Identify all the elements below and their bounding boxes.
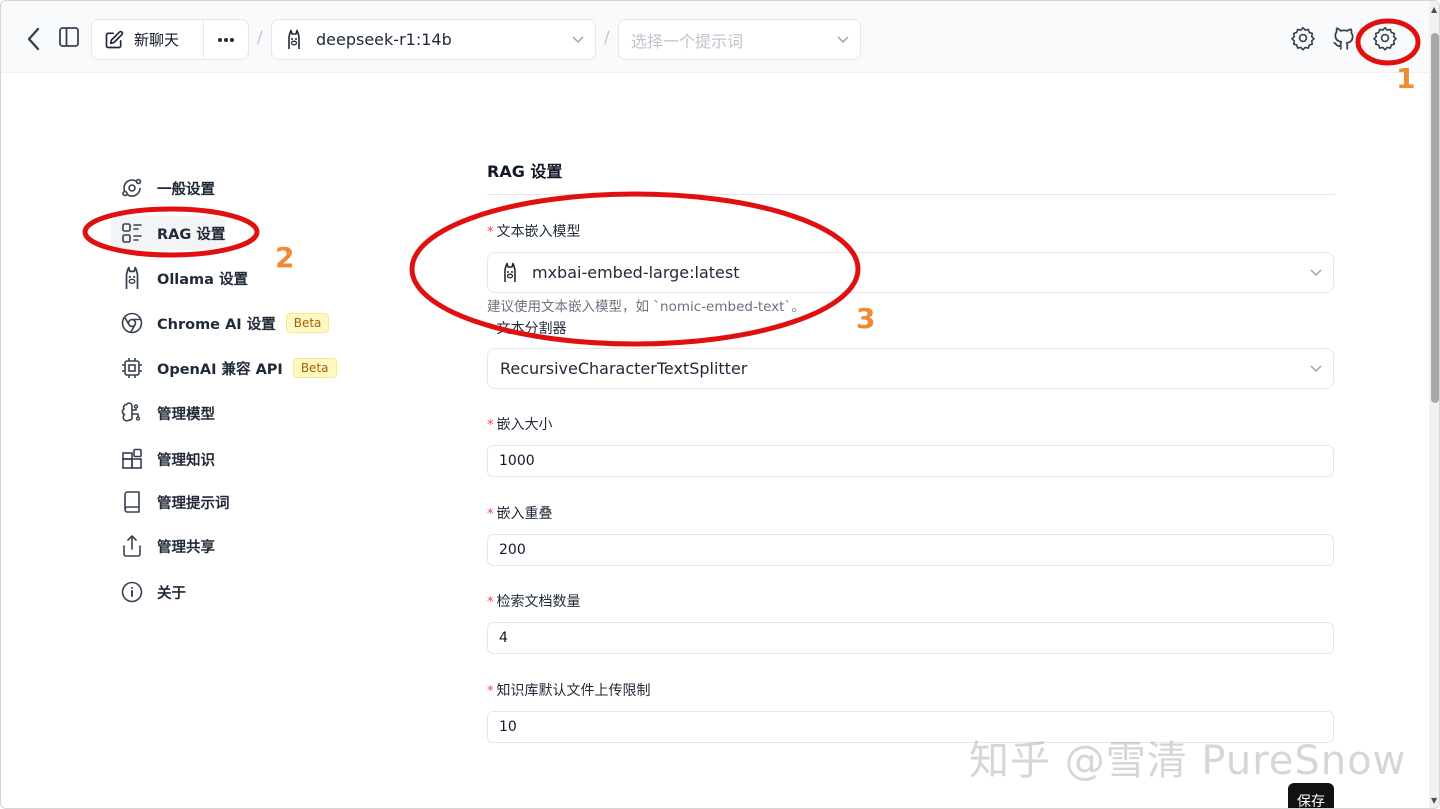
- text-splitter-select[interactable]: RecursiveCharacterTextSplitter: [487, 348, 1334, 389]
- watermark: 知乎 @雪清 PureSnow: [969, 738, 1407, 784]
- retrieval-docs-label: * 检索文档数量: [487, 591, 581, 611]
- nav-item-label: 管理知识: [157, 452, 215, 469]
- upload-limit-label: * 知识库默认文件上传限制: [487, 680, 651, 700]
- scrollbar-thumb[interactable]: [1431, 33, 1439, 403]
- required-mark: *: [487, 418, 494, 433]
- settings-icon: [1373, 26, 1397, 51]
- splitter-label: * 文本分割器: [487, 318, 567, 338]
- nav-item-rag[interactable]: RAG 设置: [111, 216, 226, 250]
- nav-item-label: Chrome AI 设置: [157, 316, 276, 333]
- nav-item-label: 一般设置: [157, 181, 215, 198]
- nav-item-chrome-ai[interactable]: Chrome AI 设置 Beta: [111, 306, 330, 340]
- ellipsis-icon: [218, 37, 234, 42]
- github-icon: [1333, 27, 1354, 50]
- model-select-value: deepseek-r1:14b: [316, 30, 452, 49]
- required-mark: *: [487, 684, 494, 699]
- nav-item-openai-api[interactable]: OpenAI 兼容 API Beta: [111, 351, 337, 385]
- orbit-icon: [119, 175, 145, 201]
- share-icon: [119, 533, 145, 559]
- new-chat-button[interactable]: 新聊天: [92, 20, 204, 59]
- retrieval-docs-input[interactable]: [487, 622, 1334, 654]
- embedding-model-label: * 文本嵌入模型: [487, 221, 581, 241]
- nav-item-manage-knowledge[interactable]: 管理知识: [111, 442, 215, 476]
- nav-item-manage-sharing[interactable]: 管理共享: [111, 529, 215, 563]
- chunk-overlap-input[interactable]: [487, 534, 1334, 566]
- embedding-model-select[interactable]: mxbai-embed-large:latest: [487, 252, 1334, 293]
- chunk-size-label-text: 嵌入大小: [496, 417, 553, 433]
- embedding-model-value: mxbai-embed-large:latest: [532, 263, 740, 282]
- annotation-number-2: 2: [275, 241, 295, 274]
- chunk-size-input[interactable]: [487, 445, 1334, 477]
- nav-item-label: 管理共享: [157, 539, 215, 556]
- nav-item-label: 关于: [157, 585, 186, 602]
- chevron-down-icon: [572, 36, 584, 44]
- breadcrumb-separator: /: [257, 28, 263, 48]
- annotation-number-3: 3: [856, 302, 876, 335]
- chrome-icon: [119, 310, 145, 336]
- required-mark: *: [487, 322, 494, 337]
- sidebar-icon: [59, 27, 79, 47]
- model-select[interactable]: deepseek-r1:14b: [271, 19, 596, 60]
- chevron-left-icon: [27, 27, 40, 51]
- required-mark: *: [487, 595, 494, 610]
- save-button[interactable]: 保存: [1288, 783, 1334, 808]
- nav-item-general[interactable]: 一般设置: [111, 171, 215, 205]
- llama-icon: [288, 29, 300, 49]
- required-mark: *: [487, 225, 494, 240]
- embedding-model-hint: 建议使用文本嵌入模型，如 `nomic-embed-text`。: [487, 299, 805, 315]
- chunk-size-label: * 嵌入大小: [487, 414, 553, 434]
- app-window: 新聊天 / deepseek-r1:14b / 选择一个提示词 一般设置 RAG…: [0, 0, 1440, 809]
- blocks-icon: [119, 446, 145, 472]
- top-bar: 新聊天 / deepseek-r1:14b / 选择一个提示词: [1, 1, 1429, 73]
- info-icon: [119, 579, 145, 605]
- github-link[interactable]: [1331, 25, 1357, 51]
- nav-item-label: 管理模型: [157, 406, 215, 423]
- page-title: RAG 设置: [487, 162, 563, 181]
- app-settings-button[interactable]: [1372, 25, 1398, 51]
- annotation-number-1: 1: [1396, 62, 1416, 95]
- embedding-model-label-text: 文本嵌入模型: [496, 224, 581, 240]
- nav-item-label: OpenAI 兼容 API: [157, 361, 283, 378]
- sidebar-toggle-button[interactable]: [57, 25, 81, 49]
- nav-item-label: Ollama 设置: [157, 271, 248, 288]
- prompt-select[interactable]: 选择一个提示词: [618, 19, 861, 60]
- scroll-down-arrow[interactable]: ▼: [1431, 796, 1437, 805]
- required-mark: *: [487, 507, 494, 522]
- chevron-down-icon: [1310, 269, 1322, 277]
- chunk-overlap-label-text: 嵌入重叠: [496, 506, 553, 522]
- rag-icon: [119, 220, 145, 246]
- back-button[interactable]: [21, 25, 45, 53]
- nav-item-ollama[interactable]: Ollama 设置: [111, 261, 248, 295]
- beta-badge: Beta: [292, 358, 337, 378]
- new-chat-label: 新聊天: [134, 31, 180, 49]
- brain-icon: [119, 400, 145, 426]
- nav-item-about[interactable]: 关于: [111, 575, 186, 609]
- chevron-down-icon: [1310, 365, 1322, 373]
- scroll-up-arrow[interactable]: ▲: [1431, 5, 1437, 14]
- breadcrumb-separator: /: [604, 28, 610, 48]
- retrieval-docs-label-text: 检索文档数量: [496, 594, 581, 610]
- edit-icon: [105, 30, 124, 48]
- more-options-button[interactable]: [204, 20, 248, 59]
- splitter-label-text: 文本分割器: [496, 321, 567, 337]
- nav-item-label: RAG 设置: [157, 226, 226, 243]
- llama-icon: [119, 265, 145, 291]
- text-splitter-value: RecursiveCharacterTextSplitter: [500, 359, 748, 378]
- nav-item-manage-models[interactable]: 管理模型: [111, 396, 215, 430]
- gear-icon: [1291, 26, 1315, 51]
- beta-badge: Beta: [285, 313, 330, 333]
- prompt-select-placeholder: 选择一个提示词: [631, 31, 744, 51]
- nav-item-label: 管理提示词: [157, 495, 230, 512]
- chevron-down-icon: [837, 36, 849, 44]
- new-chat-group: 新聊天: [91, 19, 249, 60]
- settings-button[interactable]: [1290, 25, 1316, 51]
- annotation-overlay: [82, 18, 1421, 347]
- upload-limit-label-text: 知识库默认文件上传限制: [496, 683, 651, 699]
- chunk-overlap-label: * 嵌入重叠: [487, 503, 553, 523]
- divider: [487, 194, 1335, 195]
- cpu-icon: [119, 355, 145, 381]
- book-icon: [119, 489, 145, 515]
- nav-item-manage-prompts[interactable]: 管理提示词: [111, 485, 230, 519]
- llama-icon: [504, 262, 516, 282]
